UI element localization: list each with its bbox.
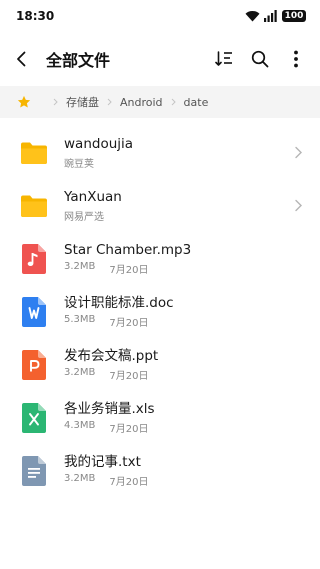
file-name: 发布会文稿.ppt [64,348,159,364]
file-item-xls[interactable]: 各业务销量.xls 4.3MB 7月20日 [0,391,320,444]
favorite-button[interactable] [17,95,31,109]
app-actions [206,39,314,79]
chevron-right-icon [295,196,302,215]
file-name: 各业务销量.xls [64,401,155,417]
search-icon [251,50,269,68]
file-name: Star Chamber.mp3 [64,242,192,258]
more-button[interactable] [278,39,314,79]
battery-icon: 100 [282,10,306,22]
back-button[interactable] [2,34,42,84]
folder-item-yanxuan[interactable]: YanXuan 网易严选 [0,179,320,232]
folder-icon [19,141,49,165]
word-file-icon [19,296,49,327]
file-item-txt[interactable]: 我的记事.txt 3.2MB 7月20日 [0,444,320,497]
file-date: 7月20日 [109,424,149,435]
file-name: 我的记事.txt [64,454,141,470]
sort-icon [215,51,232,66]
breadcrumb-item-storage[interactable]: 存储盘 [66,94,99,110]
breadcrumb-separator-icon [171,98,176,106]
breadcrumb-item-android[interactable]: Android [120,96,163,109]
text-file-icon [19,455,49,486]
back-icon [17,51,26,67]
page-title: 全部文件 [46,51,111,70]
file-name: YanXuan [64,189,122,205]
file-item-ppt[interactable]: 发布会文稿.ppt 3.2MB 7月20日 [0,338,320,391]
folder-item-wandoujia[interactable]: wandoujia 豌豆荚 [0,126,320,179]
file-item-doc[interactable]: 设计职能标准.doc 5.3MB 7月20日 [0,285,320,338]
status-time: 18:30 [16,9,55,23]
search-button[interactable] [242,39,278,79]
app-bar: 全部文件 [0,34,320,84]
file-date: 7月20日 [109,371,149,382]
status-icons: 100 [245,10,306,22]
status-bar: 18:30 100 [0,0,320,32]
star-icon [17,95,31,108]
folder-subtitle: 豌豆荚 [64,159,94,170]
breadcrumb: 存储盘 Android date [0,86,320,118]
chevron-right-icon [295,143,302,162]
file-size: 4.3MB [64,420,96,431]
file-date: 7月20日 [109,318,149,329]
folder-icon [19,194,49,218]
file-list: wandoujia 豌豆荚 YanXuan 网易严选 Star Chamber.… [0,126,320,497]
excel-file-icon [19,402,49,433]
file-date: 7月20日 [109,265,149,276]
wifi-icon [245,10,260,22]
sort-button[interactable] [206,39,242,79]
more-icon [294,50,298,68]
file-size: 3.2MB [64,367,96,378]
ppt-file-icon [19,349,49,380]
audio-file-icon [19,243,49,274]
file-item-mp3[interactable]: Star Chamber.mp3 3.2MB 7月20日 [0,232,320,285]
breadcrumb-separator-icon [107,98,112,106]
file-name: 设计职能标准.doc [64,295,174,311]
file-name: wandoujia [64,136,134,152]
breadcrumb-separator-icon [53,98,58,106]
breadcrumb-item-date[interactable]: date [184,96,209,109]
file-size: 3.2MB [64,261,96,272]
folder-subtitle: 网易严选 [64,212,104,223]
file-size: 3.2MB [64,473,96,484]
signal-icon [264,10,278,22]
file-date: 7月20日 [109,477,149,488]
file-size: 5.3MB [64,314,96,325]
